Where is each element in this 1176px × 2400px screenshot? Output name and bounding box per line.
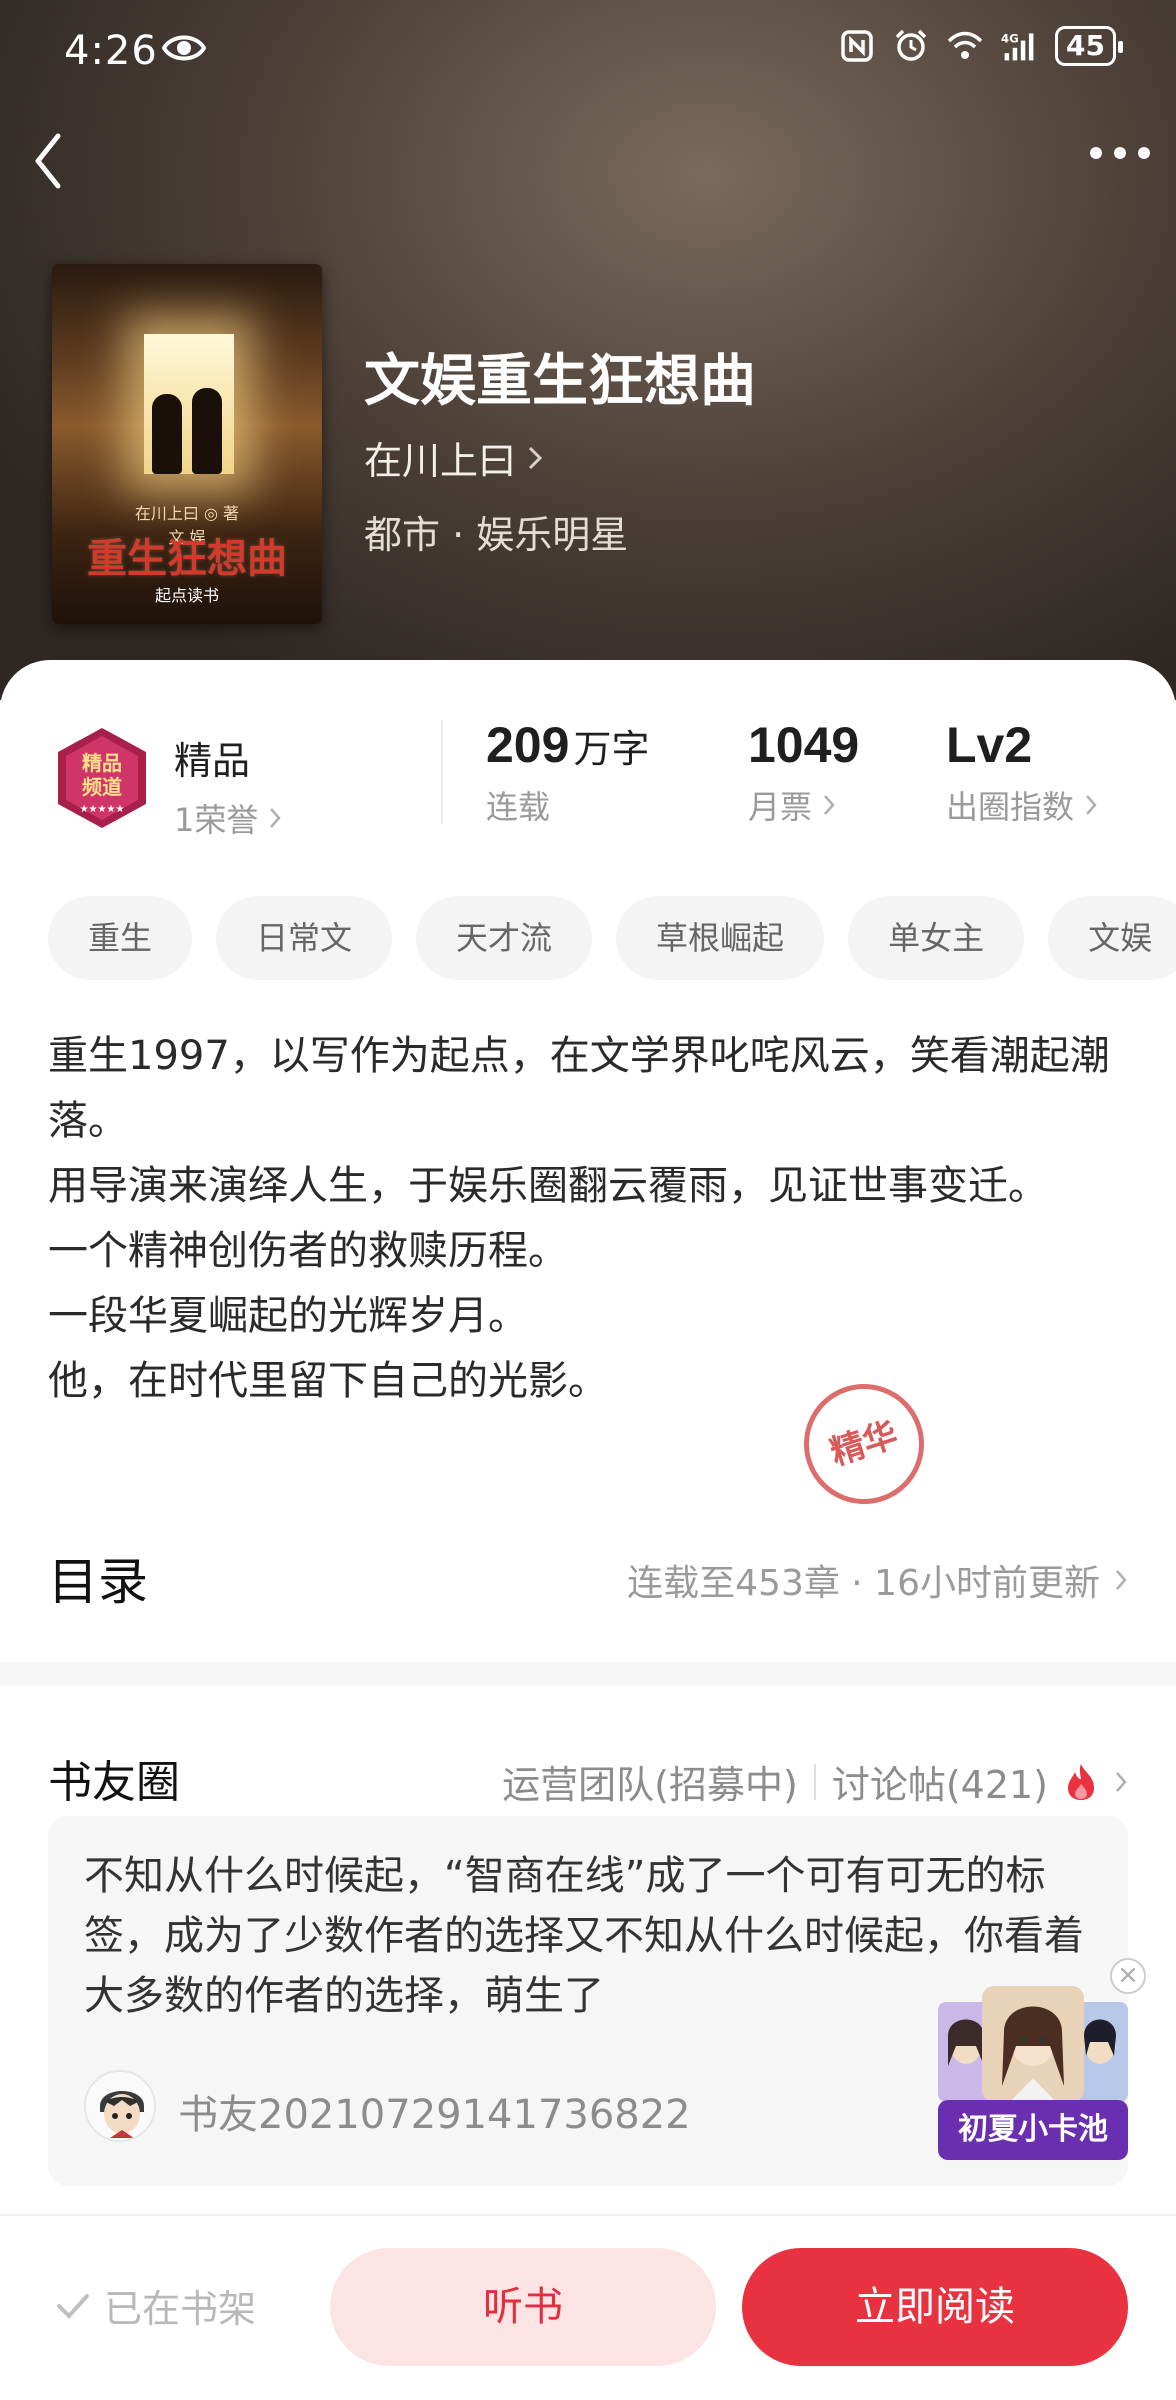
post-text: 不知从什么时候起，“智商在线”成了一个可有可无的标签，成为了少数作者的选择又不知…: [84, 1853, 1084, 2019]
popularity-index-label: 出圈指数: [946, 782, 1098, 828]
cover-brand: 起点读书: [154, 586, 219, 605]
battery-indicator: 45: [1055, 26, 1123, 66]
avatar-image: [86, 2072, 154, 2140]
checkmark-icon: [57, 2293, 89, 2319]
svg-text:4G: 4G: [1001, 31, 1019, 45]
toc-title: 目录: [48, 1553, 148, 1611]
author-name: 在川上曰: [364, 439, 517, 483]
tag-chip[interactable]: 文娱: [1048, 896, 1176, 980]
description-line: 用导演来演绎人生，于娱乐圈翻云覆雨，见证世事变迁。: [48, 1163, 1048, 1209]
chevron-right-icon: [270, 808, 282, 828]
dot: [1090, 147, 1102, 159]
description-line: 重生1997，以写作为起点，在文学界叱咤风云，笑看潮起潮落。: [48, 1033, 1110, 1144]
listen-button[interactable]: 听书: [330, 2248, 716, 2366]
svg-text:频道: 频道: [82, 775, 122, 799]
fire-icon: [1068, 1763, 1094, 1800]
back-icon[interactable]: [24, 126, 74, 196]
section-separator: [0, 1662, 1176, 1686]
chevron-right-icon: [1116, 1570, 1127, 1590]
author-link[interactable]: 在川上曰: [364, 430, 544, 485]
popularity-index-stat[interactable]: Lv2 出圈指数: [946, 716, 1098, 828]
description-line: 一段华夏崛起的光辉岁月。: [48, 1293, 528, 1339]
word-count-value: 209 万字: [486, 717, 650, 773]
signal-4g-icon: 4G: [1001, 31, 1034, 61]
monthly-tickets-label: 月票: [748, 782, 859, 828]
status-time: 4:26: [64, 28, 158, 74]
promo-label[interactable]: 初夏小卡池: [938, 2100, 1128, 2160]
svg-text:精品: 精品: [82, 751, 122, 775]
tag-chip[interactable]: 草根崛起: [616, 896, 825, 980]
tag-chip[interactable]: 天才流: [416, 896, 593, 980]
tag-chip[interactable]: 单女主: [848, 896, 1025, 980]
wifi-icon: [947, 31, 983, 59]
status-icons: 4G 45: [839, 26, 1123, 66]
stat-divider: [441, 720, 443, 824]
in-bookshelf-label: 已在书架: [104, 2287, 257, 2331]
popularity-level-value: Lv2: [946, 717, 1033, 773]
bottom-action-bar: 已在书架 听书 立即阅读: [0, 2214, 1176, 2400]
book-description[interactable]: 重生1997，以写作为起点，在文学界叱咤风云，笑看潮起潮落。 用导演来演绎人生，…: [48, 1024, 1128, 1414]
alarm-icon: [895, 29, 927, 61]
tag-chip[interactable]: 日常文: [216, 896, 393, 980]
discussion-posts-link[interactable]: 讨论帖(421): [832, 1754, 1048, 1809]
book-cover[interactable]: 在川上曰 ◎ 著文 娱 重生狂想曲 起点读书: [52, 264, 322, 624]
quality-badge-icon: 精品 频道 ★★★★★: [58, 728, 146, 828]
description-line: 他，在时代里留下自己的光影。: [48, 1358, 608, 1404]
dot: [1114, 147, 1126, 159]
chevron-right-icon[interactable]: [1114, 1770, 1128, 1794]
cover-title: 重生狂想曲: [87, 535, 287, 582]
read-now-button[interactable]: 立即阅读: [742, 2248, 1128, 2366]
reader-circle-title: 书友圈: [48, 1757, 180, 1808]
monthly-tickets-stat[interactable]: 1049 月票: [748, 716, 859, 828]
word-count-stat: 209 万字 连载: [486, 716, 649, 828]
tag-list: 重生 日常文 天才流 草根崛起 单女主 文娱: [48, 896, 1176, 980]
quality-stat[interactable]: 精品 1荣誉: [174, 730, 282, 841]
book-title: 文娱重生狂想曲: [364, 348, 756, 414]
monthly-tickets-value: 1049: [748, 717, 860, 773]
quality-honor-text: 1荣誉: [174, 801, 259, 839]
toc-update-info: 连载至453章 · 16小时前更新: [627, 1554, 1128, 1606]
toc-info-text: 连载至453章 · 16小时前更新: [627, 1563, 1100, 1604]
quality-title: 精品: [174, 739, 251, 783]
operation-team-link[interactable]: 运营团队(招募中): [502, 1754, 798, 1809]
post-username[interactable]: 书友20210729141736822: [178, 2082, 691, 2140]
reader-circle-links: 运营团队(招募中) 讨论帖(421): [502, 1754, 1128, 1809]
quality-honor: 1荣誉: [174, 795, 282, 841]
cover-figure: [152, 394, 182, 474]
promo-characters-icon[interactable]: [938, 1986, 1128, 2102]
reader-circle-header: 书友圈 运营团队(招募中) 讨论帖(421): [48, 1746, 1128, 1812]
table-of-contents-row[interactable]: 目录 连载至453章 · 16小时前更新: [48, 1542, 1128, 1612]
tag-chip[interactable]: 重生: [48, 896, 193, 980]
link-divider: [813, 1763, 816, 1800]
eye-icon: [162, 35, 206, 61]
dot: [1138, 147, 1150, 159]
chevron-right-icon: [824, 795, 835, 815]
avatar[interactable]: [84, 2070, 156, 2142]
chevron-right-icon: [1086, 795, 1097, 815]
more-options-icon[interactable]: [1070, 138, 1150, 168]
description-line: 一个精神创伤者的救赎历程。: [48, 1228, 568, 1274]
close-icon[interactable]: ×: [1110, 1958, 1146, 1994]
svg-text:★★★★★: ★★★★★: [80, 804, 125, 815]
nfc-icon: [841, 30, 873, 62]
word-count-label: 连载: [486, 788, 551, 826]
book-genre: 都市 · 娱乐明星: [364, 513, 629, 557]
status-bar: 4:26 4G 45: [0, 0, 1176, 100]
in-bookshelf-indicator[interactable]: 已在书架: [56, 2278, 256, 2333]
cover-figure: [192, 388, 222, 474]
chevron-right-icon: [528, 446, 543, 469]
